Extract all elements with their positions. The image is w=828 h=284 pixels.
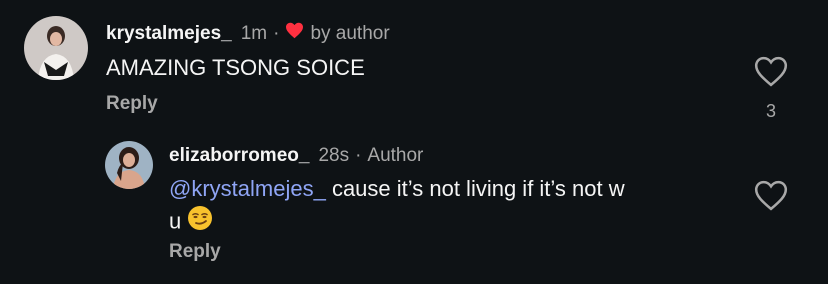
comment-like-count: 3: [765, 101, 776, 121]
reply-reply-button[interactable]: Reply: [169, 241, 221, 263]
commenter-avatar[interactable]: [24, 16, 88, 80]
mention-link[interactable]: @krystalmejes_: [169, 176, 326, 201]
comment-like-button[interactable]: [754, 56, 788, 92]
comment-timestamp: 1m: [240, 22, 268, 44]
comment-text: AMAZING TSONG SOICE: [106, 55, 365, 80]
comment-meta: krystalmejes_ 1m · by author: [106, 22, 390, 45]
heart-outline-icon: [754, 56, 788, 87]
reply-like-button[interactable]: [754, 180, 788, 216]
meta-separator: ·: [355, 145, 362, 166]
replier-username[interactable]: elizaborromeo_: [169, 145, 309, 167]
comment-reply-button[interactable]: Reply: [106, 93, 158, 115]
liked-by-author-label: by author: [310, 22, 390, 44]
reply-text-line1: cause it’s not living if it’s not w: [325, 176, 625, 201]
reply-text-line2: u: [169, 208, 182, 234]
commenter-username[interactable]: krystalmejes_: [106, 23, 232, 45]
reply-timestamp: 28s: [318, 145, 350, 166]
liked-by-author-heart-icon: [285, 22, 304, 45]
author-badge: Author: [367, 145, 424, 166]
smirking-face-emoji-icon: [187, 205, 213, 240]
replier-avatar[interactable]: [105, 141, 153, 189]
reply-meta: elizaborromeo_ 28s · Author: [169, 145, 423, 167]
heart-outline-icon: [754, 180, 788, 211]
meta-separator: ·: [273, 22, 280, 44]
reply-text: @krystalmejes_ cause it’s not living if …: [169, 173, 709, 240]
